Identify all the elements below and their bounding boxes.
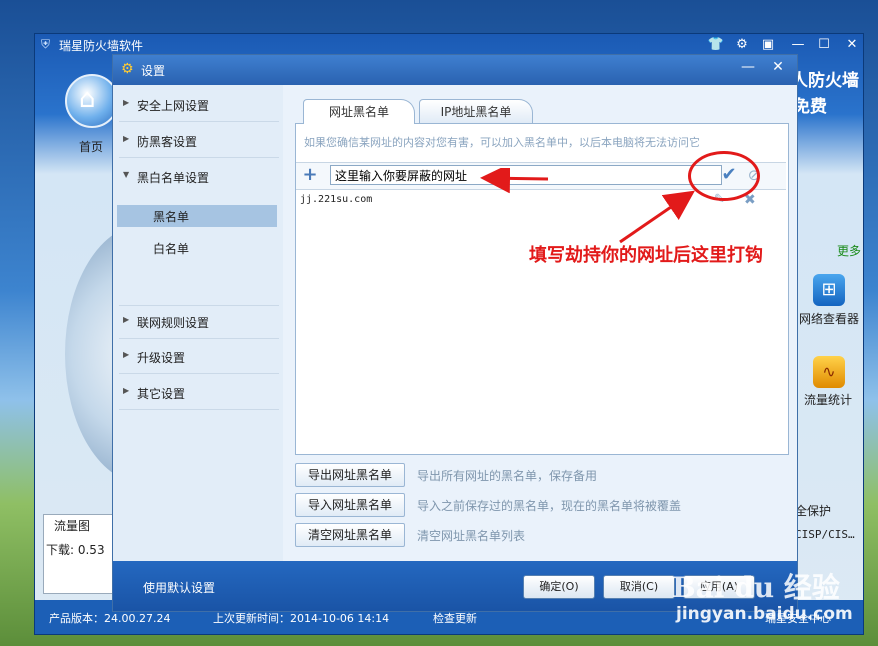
- clear-blacklist-button[interactable]: 清空网址黑名单: [295, 523, 405, 547]
- sidebar-item-label: 白名单: [153, 242, 190, 256]
- app-title: 瑞星防火墙软件: [59, 39, 144, 53]
- annotation-arrow-left: [480, 168, 549, 194]
- sidebar-item-safe-browsing[interactable]: ▶ 安全上网设置: [119, 89, 279, 122]
- sidebar-item-black-white-list[interactable]: ▼ 黑白名单设置: [119, 161, 279, 193]
- chevron-right-icon: ▶: [123, 386, 130, 395]
- chevron-right-icon: ▶: [123, 350, 130, 359]
- chevron-right-icon: ▶: [123, 315, 130, 324]
- sidebar-item-label: 防黑客设置: [137, 135, 198, 149]
- maximize-icon[interactable]: ☐: [813, 35, 835, 55]
- blacklist-url: jj.221su.com: [300, 194, 373, 205]
- dialog-close-icon[interactable]: ✕: [765, 57, 791, 77]
- sidebar-item-label: 联网规则设置: [137, 316, 210, 330]
- sidebar-item-other[interactable]: ▶ 其它设置: [119, 377, 279, 410]
- network-viewer-label[interactable]: 网络查看器: [799, 310, 859, 327]
- minimize-icon[interactable]: —: [787, 35, 809, 55]
- export-description: 导出所有网址的黑名单，保存备用: [417, 469, 598, 483]
- add-icon[interactable]: +: [300, 165, 320, 185]
- sidebar-subitem-whitelist[interactable]: 白名单: [117, 237, 277, 259]
- use-default-settings-link[interactable]: 使用默认设置: [143, 579, 215, 596]
- cisp-label: CISP/CIS…: [795, 528, 855, 541]
- menu-icon[interactable]: ▣: [757, 35, 779, 55]
- sidebar-subitem-blacklist[interactable]: 黑名单: [117, 205, 277, 227]
- sidebar-item-label: 其它设置: [137, 387, 186, 401]
- annotation-arrow-up: [619, 190, 695, 244]
- chevron-down-icon: ▼: [123, 170, 130, 179]
- protection-label: 全保护: [795, 504, 832, 518]
- sidebar-item-label: 升级设置: [137, 351, 186, 365]
- gear-icon[interactable]: ⚙: [731, 35, 753, 55]
- dialog-titlebar: ⚙ 设置 — ✕: [113, 55, 797, 85]
- sidebar-item-anti-hacker[interactable]: ▶ 防黑客设置: [119, 125, 279, 158]
- traffic-graph-title: 流量图: [54, 519, 91, 533]
- traffic-stats-label[interactable]: 流量统计: [804, 391, 852, 408]
- brand-slogan-1: 人防火墙: [791, 71, 859, 91]
- annotation-arrows: [480, 168, 695, 244]
- home-label[interactable]: 首页: [79, 138, 103, 155]
- skin-icon[interactable]: 👕: [705, 35, 727, 55]
- sidebar-item-label: 黑白名单设置: [137, 171, 210, 185]
- settings-dialog: ⚙ 设置 — ✕ ▶ 安全上网设置 ▶ 防黑客设置 ▼ 黑白名单设置 黑名单 白…: [112, 54, 798, 612]
- export-blacklist-button[interactable]: 导出网址黑名单: [295, 463, 405, 487]
- dialog-title: 设置: [141, 64, 166, 78]
- more-link[interactable]: 更多: [837, 242, 861, 259]
- chevron-right-icon: ▶: [123, 134, 130, 143]
- ok-button[interactable]: 确定(O): [523, 575, 595, 599]
- network-viewer-icon[interactable]: ⊞: [813, 274, 845, 306]
- annotation-text: 填写劫持你的网址后这里打钩: [529, 245, 763, 266]
- cancel-button[interactable]: 取消(C): [603, 575, 675, 599]
- download-rate: 下载: 0.53: [46, 543, 105, 557]
- shield-icon: ⛨: [41, 37, 51, 51]
- product-version: 产品版本：24.00.27.24: [49, 612, 171, 625]
- check-update-link[interactable]: 检查更新: [433, 610, 477, 626]
- watermark-url: jingyan.baidu.com: [676, 604, 853, 624]
- sidebar-item-label: 安全上网设置: [137, 99, 210, 113]
- last-update-time: 上次更新时间：2014-10-06 14:14: [213, 612, 390, 625]
- import-description: 导入之前保存过的黑名单，现在的黑名单将被覆盖: [417, 499, 682, 513]
- tab-ip-blacklist[interactable]: IP地址黑名单: [419, 99, 533, 124]
- blacklist-hint: 如果您确信某网址的内容对您有害，可以加入黑名单中，以后本电脑将无法访问它: [304, 136, 700, 149]
- settings-sidebar: ▶ 安全上网设置 ▶ 防黑客设置 ▼ 黑白名单设置 黑名单 白名单 ▶ 联网规则…: [113, 85, 283, 561]
- home-icon[interactable]: ⌂: [65, 74, 119, 128]
- import-blacklist-button[interactable]: 导入网址黑名单: [295, 493, 405, 517]
- clear-description: 清空网址黑名单列表: [417, 529, 526, 543]
- chevron-right-icon: ▶: [123, 98, 130, 107]
- settings-gear-icon: ⚙: [121, 61, 134, 77]
- close-icon[interactable]: ✕: [841, 35, 863, 55]
- sidebar-item-network-rules[interactable]: ▶ 联网规则设置: [119, 305, 279, 339]
- dialog-minimize-icon[interactable]: —: [735, 57, 761, 77]
- brand-slogan-2: 免费: [793, 97, 827, 117]
- traffic-graph-panel: 流量图 下载: 0.53: [43, 514, 117, 594]
- traffic-stats-icon[interactable]: ∿: [813, 356, 845, 388]
- sidebar-item-upgrade[interactable]: ▶ 升级设置: [119, 341, 279, 374]
- watermark-logo: Bai du 经验: [672, 571, 840, 604]
- app-titlebar: ⛨ 瑞星防火墙软件 👕 ⚙ ▣ — ☐ ✕: [35, 34, 863, 56]
- tab-url-blacklist[interactable]: 网址黑名单: [303, 99, 415, 124]
- sidebar-item-label: 黑名单: [153, 210, 190, 224]
